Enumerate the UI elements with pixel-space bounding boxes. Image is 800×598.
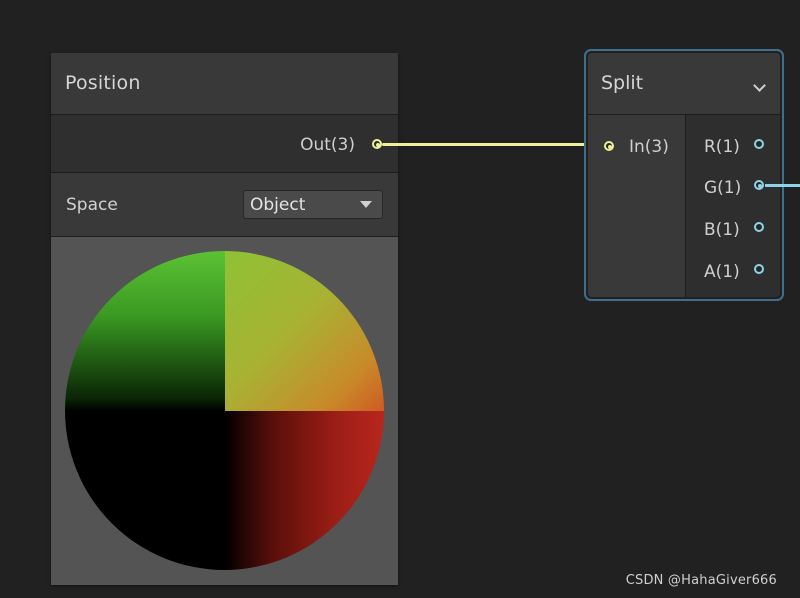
chevron-down-icon[interactable] xyxy=(753,79,766,92)
split-node-header[interactable]: Split xyxy=(588,53,780,115)
split-output-label-a: A(1) xyxy=(704,262,740,282)
split-node-title: Split xyxy=(601,72,644,94)
position-output-row: Out(3) xyxy=(51,115,398,173)
split-output-port-g[interactable] xyxy=(754,180,764,190)
split-output-label-g: G(1) xyxy=(704,178,742,198)
position-preview xyxy=(51,237,398,585)
split-outputs-panel: R(1) G(1) B(1) A(1) xyxy=(686,115,780,297)
position-node[interactable]: Position Out(3) Space Object xyxy=(51,53,398,585)
position-node-header[interactable]: Position xyxy=(51,53,398,115)
sphere-quadrant-top-left xyxy=(65,251,225,411)
shader-graph-canvas[interactable]: Position Out(3) Space Object Split In(3)… xyxy=(0,0,800,598)
preview-sphere xyxy=(65,251,384,570)
space-dropdown[interactable]: Object xyxy=(243,190,383,219)
port-dot-icon xyxy=(758,184,762,188)
edge-split-g-out[interactable] xyxy=(765,184,800,187)
position-output-label: Out(3) xyxy=(300,135,355,155)
split-output-port-a[interactable] xyxy=(754,264,764,274)
space-dropdown-value: Object xyxy=(250,195,306,215)
watermark: CSDN @HahaGiver666 xyxy=(625,573,777,588)
sphere-quadrant-top-right xyxy=(224,251,384,411)
position-output-port[interactable] xyxy=(372,139,382,149)
space-setting-row: Space Object xyxy=(51,173,398,237)
sphere-quadrant-bottom-right xyxy=(224,410,384,570)
split-node[interactable]: Split In(3) R(1) G(1) B(1) A(1) xyxy=(584,49,784,301)
triangle-down-icon xyxy=(360,201,372,208)
split-input-label: In(3) xyxy=(629,137,669,157)
sphere-quadrant-bottom-left xyxy=(65,410,225,570)
split-output-label-r: R(1) xyxy=(704,137,740,157)
split-output-label-b: B(1) xyxy=(704,220,740,240)
edge-position-to-split[interactable] xyxy=(382,143,604,146)
split-output-port-r[interactable] xyxy=(754,139,764,149)
port-dot-icon xyxy=(376,143,380,147)
split-inputs-panel: In(3) xyxy=(588,115,686,297)
space-label: Space xyxy=(66,195,118,215)
port-dot-icon xyxy=(608,145,612,149)
split-node-body: Split In(3) R(1) G(1) B(1) A(1) xyxy=(588,53,780,297)
split-output-port-b[interactable] xyxy=(754,222,764,232)
split-input-port[interactable] xyxy=(604,141,614,151)
position-node-title: Position xyxy=(65,72,141,94)
